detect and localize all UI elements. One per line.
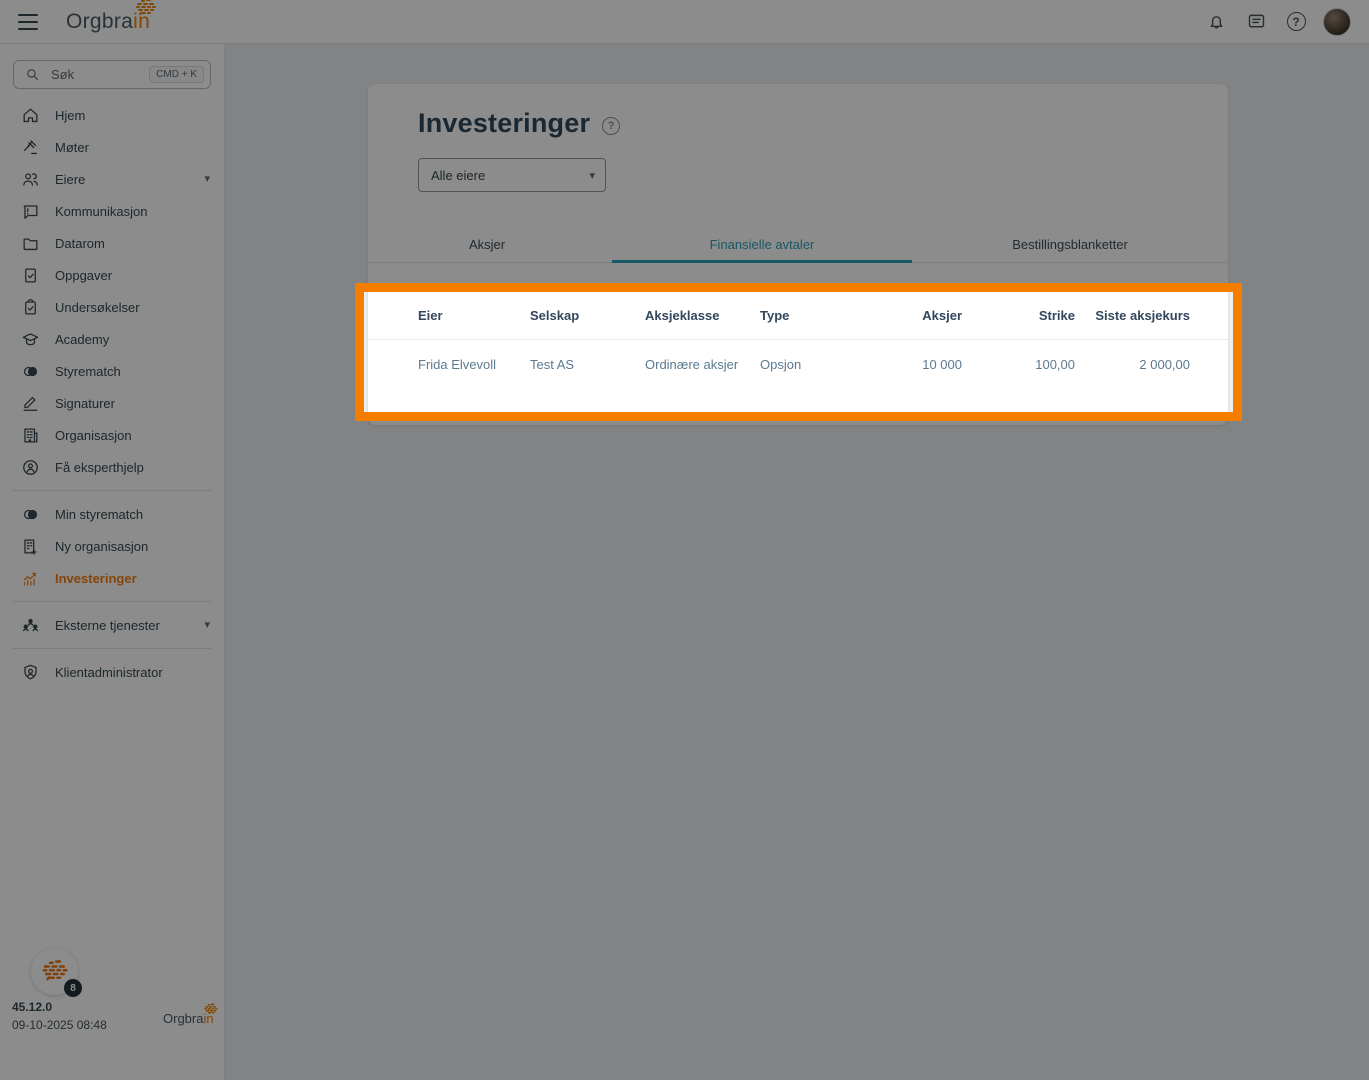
avatar[interactable] [1323, 7, 1351, 36]
owner-filter-value: Alle eiere [431, 167, 486, 183]
sidebar-item-eksterne-tjenester[interactable]: Eksterne tjenester ▾ [0, 609, 224, 641]
sidebar-divider [12, 601, 212, 602]
cell-strike: 100,00 [1035, 356, 1075, 372]
brain-icon [203, 1003, 219, 1016]
sidebar-item-styrematch[interactable]: Styrematch [0, 355, 224, 387]
venn-icon [21, 362, 40, 381]
sidebar-divider [12, 490, 212, 491]
tab-bar: Aksjer Finansielle avtaler Bestillingsbl… [368, 225, 1228, 263]
clipboard-check-icon [21, 298, 40, 317]
tab-bestillingsblanketter[interactable]: Bestillingsblanketter [1012, 225, 1128, 263]
message-icon[interactable] [1243, 9, 1269, 35]
investments-chart-icon [21, 569, 40, 588]
bell-icon[interactable] [1203, 9, 1229, 35]
help-circle-icon[interactable]: ? [602, 116, 621, 135]
column-header: Aksjeklasse [645, 308, 720, 323]
cell-siste-aksjekurs: 2 000,00 [1139, 356, 1190, 372]
folder-icon [21, 234, 40, 253]
cell-selskap: Test AS [530, 356, 575, 372]
cell-eier: Frida Elvevoll [418, 356, 497, 372]
app-version: 45.12.0 [12, 1000, 53, 1014]
sidebar-item-eiere[interactable]: Eiere ▾ [0, 163, 224, 195]
building-plus-icon [21, 537, 40, 556]
notification-count-badge: 8 [64, 979, 82, 997]
column-header: Siste aksjekurs [1095, 308, 1190, 323]
cell-type: Opsjon [760, 356, 802, 372]
sidebar-item-undersokelser[interactable]: Undersøkelser [0, 291, 224, 323]
agreements-table: Eier Selskap Aksjeklasse Type Aksjer Str… [368, 292, 1228, 388]
column-header: Eier [418, 308, 443, 323]
sidebar-divider [12, 648, 212, 649]
sidebar-item-investeringer[interactable]: Investeringer [0, 562, 224, 594]
sidebar-item-kommunikasjon[interactable]: Kommunikasjon [0, 195, 224, 227]
graduation-cap-icon [21, 330, 40, 349]
owners-icon [21, 170, 40, 189]
orgbrain-logo: Orgbra in [66, 0, 157, 33]
sidebar-item-hjem[interactable]: Hjem [0, 99, 224, 131]
tab-finansielle-avtaler[interactable]: Finansielle avtaler [710, 225, 815, 263]
venn-icon [21, 505, 40, 524]
brain-icon [40, 959, 70, 984]
sidebar-item-min-styrematch[interactable]: Min styrematch [0, 498, 224, 530]
page-title: Investeringer [418, 108, 591, 138]
investments-card: Investeringer ? Alle eiere ▾ Aksjer Fina… [368, 84, 1228, 425]
column-header: Type [760, 308, 790, 323]
sidebar-item-datarom[interactable]: Datarom [0, 227, 224, 259]
orgbrain-footer-logo: Orgbra in [163, 1003, 218, 1025]
column-header: Selskap [530, 308, 580, 323]
search-input[interactable] [51, 67, 150, 82]
logo-text: Orgbra [66, 10, 134, 33]
building-icon [21, 426, 40, 445]
sidebar-item-academy[interactable]: Academy [0, 323, 224, 355]
gavel-icon [21, 138, 40, 157]
sidebar: CMD + K Hjem Møter Eiere ▾ Kommunikasjon… [0, 44, 225, 1080]
column-header: Strike [1038, 308, 1075, 323]
menu-icon[interactable] [18, 13, 38, 30]
sidebar-item-moter[interactable]: Møter [0, 131, 224, 163]
active-tab-indicator [612, 260, 912, 263]
chevron-down-icon: ▾ [204, 172, 210, 185]
chat-alert-icon [21, 202, 40, 221]
table-header-row: Eier Selskap Aksjeklasse Type Aksjer Str… [368, 292, 1228, 340]
top-bar: Orgbra in ? [0, 0, 1369, 44]
task-check-icon [21, 266, 40, 285]
signature-icon [21, 394, 40, 413]
sidebar-item-fa-eksperthjelp[interactable]: Få eksperthjelp [0, 451, 224, 483]
help-icon[interactable]: ? [1283, 9, 1309, 35]
build-timestamp: 09-10-2025 08:48 [12, 1018, 107, 1032]
table-row[interactable]: Frida Elvevoll Test AS Ordinære aksjer O… [368, 340, 1228, 388]
cell-aksjeklasse: Ordinære aksjer [645, 356, 739, 372]
sidebar-nav: Hjem Møter Eiere ▾ Kommunikasjon Datarom… [0, 99, 224, 688]
sidebar-item-organisasjon[interactable]: Organisasjon [0, 419, 224, 451]
owner-filter-select[interactable]: Alle eiere ▾ [418, 158, 606, 192]
expert-help-icon [21, 458, 40, 477]
shortcut-badge: CMD + K [149, 66, 204, 83]
sidebar-footer: 8 45.12.0 09-10-2025 08:48 Orgbra in [0, 948, 224, 1080]
home-icon [21, 106, 40, 125]
column-header: Aksjer [922, 308, 962, 323]
chevron-down-icon: ▾ [589, 169, 595, 182]
tab-aksjer[interactable]: Aksjer [469, 225, 505, 263]
orgbrain-badge[interactable]: 8 [31, 948, 82, 997]
chevron-down-icon: ▾ [204, 618, 210, 631]
search-box[interactable]: CMD + K [13, 60, 211, 89]
group-icon [21, 616, 40, 635]
sidebar-item-klientadministrator[interactable]: Klientadministrator [0, 656, 224, 688]
search-icon [27, 69, 39, 81]
brain-icon [134, 0, 158, 18]
sidebar-item-oppgaver[interactable]: Oppgaver [0, 259, 224, 291]
shield-icon [21, 663, 40, 682]
sidebar-item-signaturer[interactable]: Signaturer [0, 387, 224, 419]
sidebar-item-ny-organisasjon[interactable]: Ny organisasjon [0, 530, 224, 562]
cell-aksjer: 10 000 [922, 356, 962, 372]
